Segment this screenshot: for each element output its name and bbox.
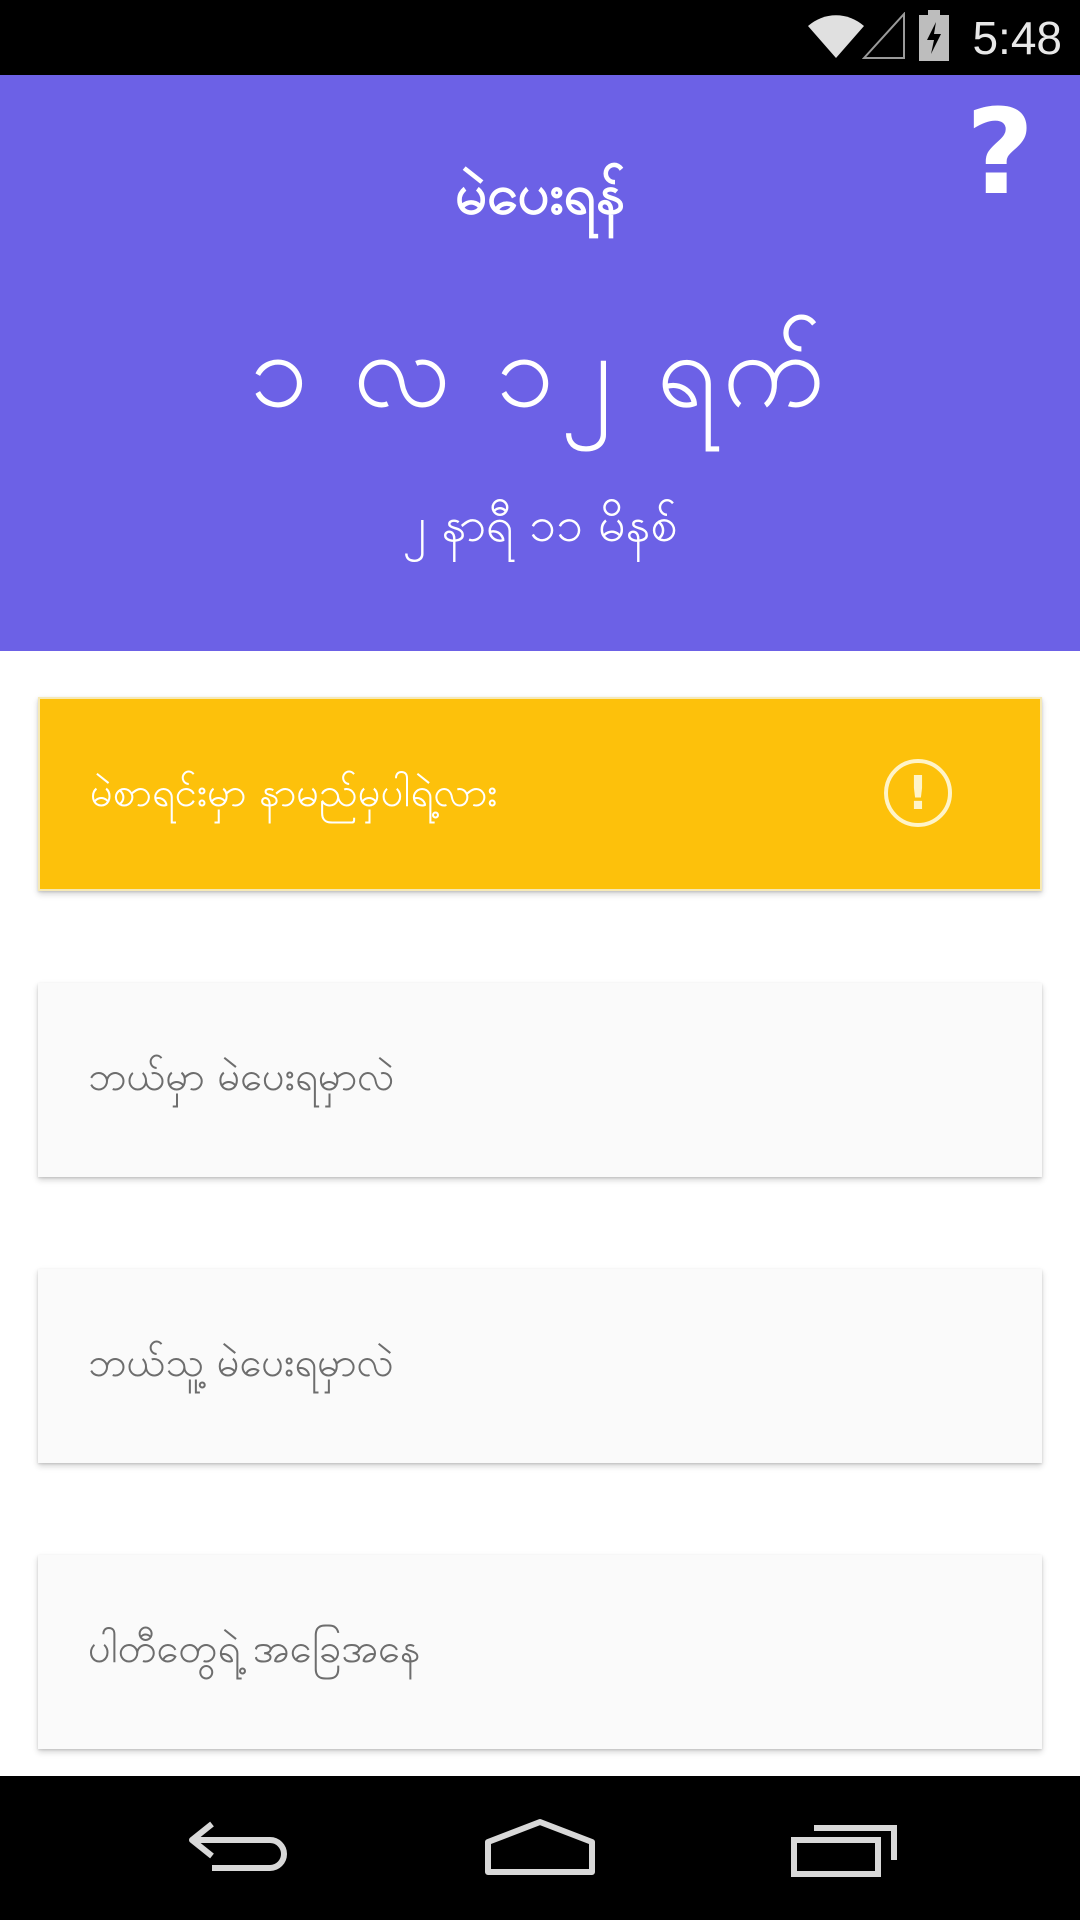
card-where-to-vote[interactable]: ဘယ်မှာ မဲပေးရမှာလဲ bbox=[38, 983, 1042, 1177]
card-label: ဘယ်မှာ မဲပေးရမှာလဲ bbox=[88, 1053, 395, 1100]
clock: 5:48 bbox=[972, 12, 1062, 64]
status-bar: 5:48 bbox=[0, 0, 1080, 75]
card-label: ဘယ်သူ့ မဲပေးရမှာလဲ bbox=[88, 1339, 395, 1386]
countdown-days: ၁ လ ၁၂ ရက် bbox=[249, 309, 831, 431]
recent-apps-icon[interactable] bbox=[788, 1816, 908, 1880]
home-icon[interactable] bbox=[480, 1816, 600, 1880]
card-party-status[interactable]: ပါတီတွေရဲ့ အခြေအနေ bbox=[38, 1555, 1042, 1749]
navigation-bar bbox=[0, 1776, 1080, 1920]
countdown-time: ၂ နာရီ ၁၁ မိနစ် bbox=[402, 497, 678, 553]
exclamation-circle-icon: ! bbox=[884, 759, 952, 827]
back-icon[interactable] bbox=[182, 1816, 302, 1880]
countdown-header: ? မဲပေးရန် ၁ လ ၁၂ ရက် ၂ နာရီ ၁၁ မိနစ် bbox=[0, 75, 1080, 651]
card-who-to-vote[interactable]: ဘယ်သူ့ မဲပေးရမှာလဲ bbox=[38, 1269, 1042, 1463]
wifi-icon bbox=[808, 15, 864, 58]
card-label: ပါတီတွေရဲ့ အခြေအနေ bbox=[88, 1625, 421, 1672]
battery-icon bbox=[919, 10, 949, 61]
card-check-voter-list[interactable]: မဲစာရင်းမှာ နာမည်မှပါရဲ့လား ! bbox=[38, 697, 1042, 891]
signal-icon bbox=[862, 12, 905, 59]
card-label: မဲစာရင်းမှာ နာမည်မှပါရဲ့လား bbox=[90, 769, 498, 816]
page-title: မဲပေးရန် bbox=[455, 162, 625, 227]
